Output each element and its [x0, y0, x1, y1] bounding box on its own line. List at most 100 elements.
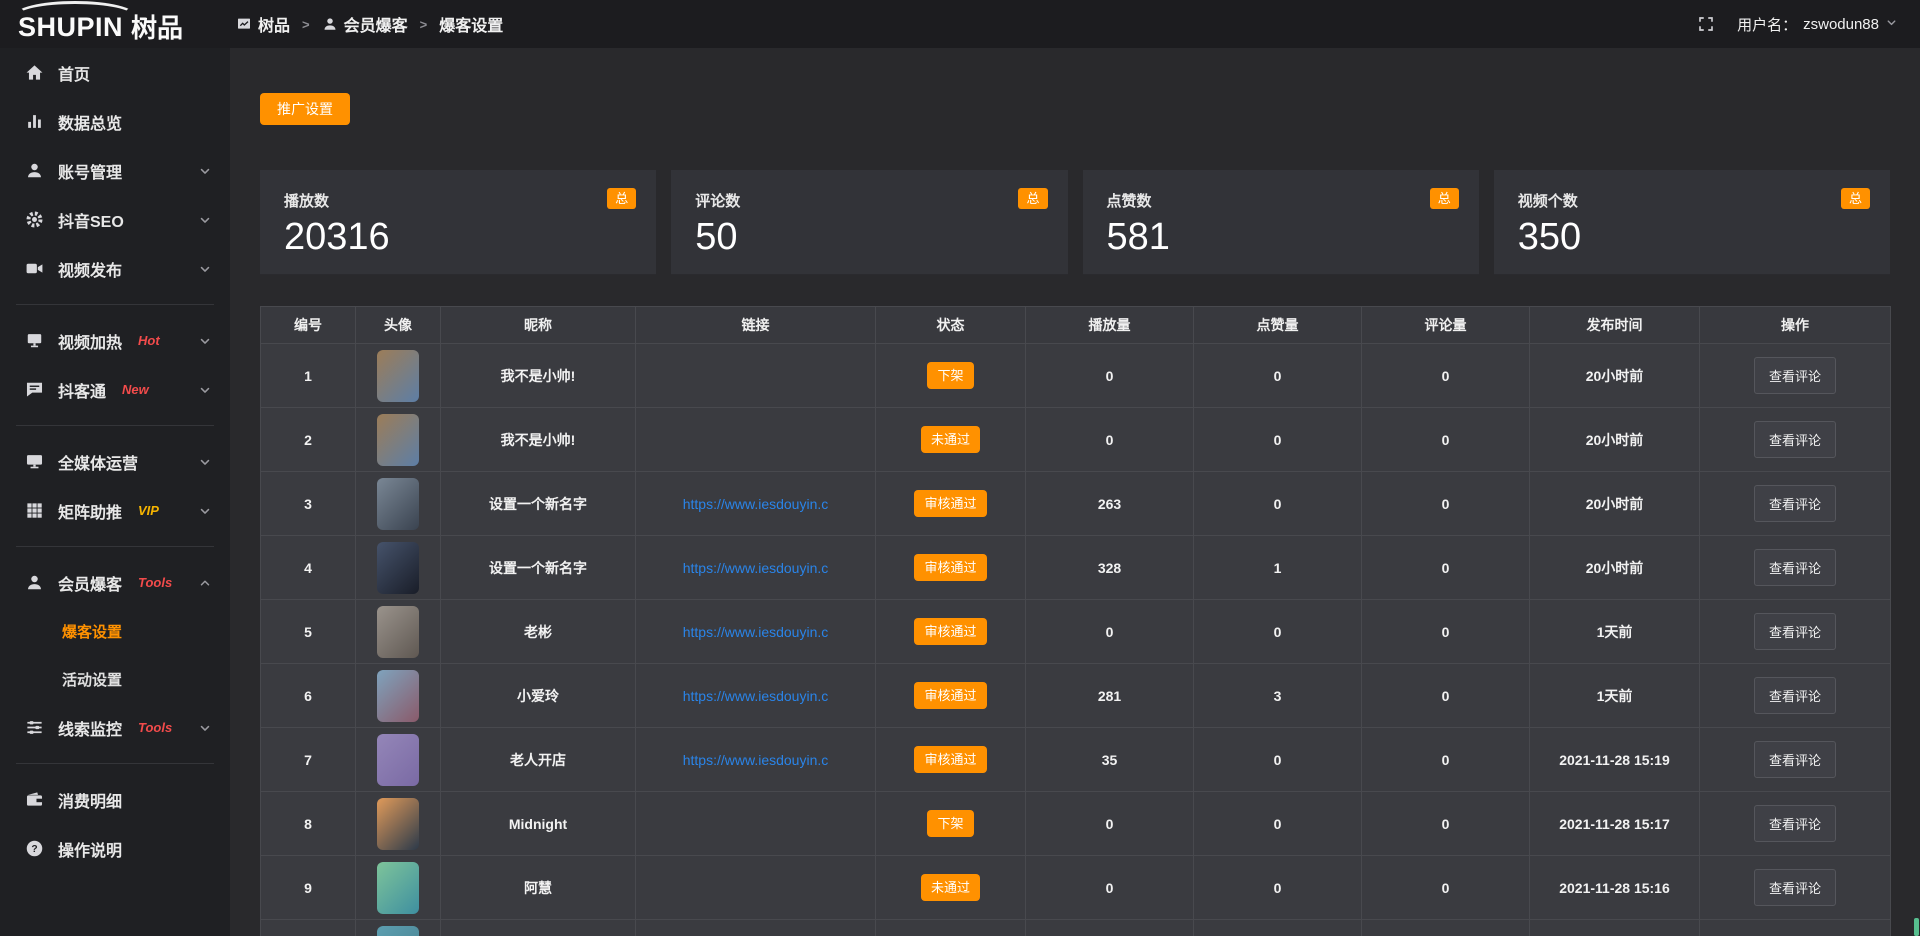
sidebar: 首页数据总览账号管理抖音SEO视频发布视频加热Hot抖客通New 全媒体运营矩阵助…	[0, 48, 230, 936]
status-badge[interactable]: 下架	[927, 362, 973, 389]
avatar	[377, 862, 419, 914]
sidebar-divider	[16, 304, 214, 305]
sidebar-item-视频加热[interactable]: 视频加热Hot	[0, 316, 230, 365]
view-comments-button[interactable]: 查看评论	[1754, 805, 1836, 842]
grid-icon	[24, 501, 44, 521]
video-link[interactable]: https://www.iesdouyin.c	[683, 496, 829, 512]
video-link[interactable]: https://www.iesdouyin.c	[683, 560, 829, 576]
cell-id: 7	[261, 728, 356, 792]
sidebar-item-账号管理[interactable]: 账号管理	[0, 146, 230, 195]
sidebar-item-全媒体运营[interactable]: 全媒体运营	[0, 437, 230, 486]
stat-total-badge: 总	[1018, 188, 1047, 209]
sidebar-item-抖音SEO[interactable]: 抖音SEO	[0, 195, 230, 244]
sidebar-item-数据总览[interactable]: 数据总览	[0, 97, 230, 146]
sidebar-item-label: 数据总览	[58, 110, 122, 134]
view-comments-button[interactable]: 查看评论	[1754, 741, 1836, 778]
sidebar-item-会员爆客[interactable]: 会员爆客Tools	[0, 558, 230, 607]
video-link[interactable]: https://www.iesdouyin.c	[683, 688, 829, 704]
status-badge[interactable]: 未通过	[921, 874, 980, 901]
chat-icon	[24, 380, 44, 400]
cell-nickname: 设置一个新名字	[441, 472, 636, 536]
sidebar-item-消费明细[interactable]: 消费明细	[0, 775, 230, 824]
chevron-down-icon	[1885, 16, 1898, 33]
sidebar-item-label: 操作说明	[58, 837, 122, 861]
sidebar-item-label: 账号管理	[58, 159, 122, 183]
stat-card-3: 点赞数总581	[1083, 170, 1479, 275]
cell-status: 审核通过	[876, 600, 1026, 664]
cell-actions: 查看评论	[1700, 344, 1891, 408]
sidebar-subitem-活动设置[interactable]: 活动设置	[0, 655, 230, 703]
status-badge[interactable]: 审核通过	[914, 554, 986, 581]
chevron-down-icon	[198, 455, 212, 469]
cell-link: https://www.iesdouyin.c	[636, 728, 876, 792]
status-badge[interactable]: 审核通过	[914, 682, 986, 709]
cell-nickname: 设置一个新名字	[441, 536, 636, 600]
app-logo[interactable]: SHUPIN 树品	[0, 0, 230, 48]
avatar	[377, 798, 419, 850]
cell-link: https://www.iesdouyin.c	[636, 664, 876, 728]
chevron-up-icon	[198, 576, 212, 590]
cell-nickname: 小爱玲	[441, 664, 636, 728]
video-link[interactable]: https://www.iesdouyin.c	[683, 624, 829, 640]
stat-total-badge: 总	[1841, 188, 1870, 209]
sidebar-item-矩阵助推[interactable]: 矩阵助推VIP	[0, 486, 230, 535]
status-badge[interactable]: 审核通过	[914, 746, 986, 773]
view-comments-button[interactable]: 查看评论	[1754, 549, 1836, 586]
video-link[interactable]: https://www.iesdouyin.c	[683, 752, 829, 768]
stat-label: 视频个数	[1518, 190, 1866, 211]
view-comments-button[interactable]: 查看评论	[1754, 357, 1836, 394]
monitor-icon	[24, 452, 44, 472]
sidebar-item-视频发布[interactable]: 视频发布	[0, 244, 230, 293]
cell-actions: 查看评论	[1700, 792, 1891, 856]
cell-actions	[1700, 920, 1891, 936]
app-icon	[236, 16, 252, 32]
username-label: 用户名：	[1737, 14, 1797, 35]
sidebar-subitem-爆客设置[interactable]: 爆客设置	[0, 607, 230, 655]
view-comments-button[interactable]: 查看评论	[1754, 421, 1836, 458]
sidebar-item-首页[interactable]: 首页	[0, 48, 230, 97]
sidebar-item-操作说明[interactable]: ?操作说明	[0, 824, 230, 873]
status-badge[interactable]: 下架	[927, 810, 973, 837]
view-comments-button[interactable]: 查看评论	[1754, 869, 1836, 906]
table-row: 9阿慧未通过0002021-11-28 15:16查看评论	[261, 856, 1891, 920]
column-header-链接: 链接	[636, 307, 876, 344]
cell-comments: 0	[1362, 728, 1530, 792]
promo-settings-button[interactable]: 推广设置	[260, 93, 350, 125]
cell-comments: 0	[1362, 536, 1530, 600]
view-comments-button[interactable]: 查看评论	[1754, 485, 1836, 522]
breadcrumb-separator: >	[302, 17, 310, 32]
chevron-down-icon	[198, 262, 212, 276]
sidebar-item-抖客通[interactable]: 抖客通New	[0, 365, 230, 414]
cell-id: 1	[261, 344, 356, 408]
sidebar-item-badge: Tools	[138, 720, 172, 735]
cell-plays: 0	[1026, 792, 1194, 856]
avatar	[377, 350, 419, 402]
view-comments-button[interactable]: 查看评论	[1754, 613, 1836, 650]
column-header-操作: 操作	[1700, 307, 1891, 344]
cell-id: 5	[261, 600, 356, 664]
table-row: 1我不是小帅!下架00020小时前查看评论	[261, 344, 1891, 408]
table-row: 6小爱玲https://www.iesdouyin.c审核通过281301天前查…	[261, 664, 1891, 728]
cell-id: 4	[261, 536, 356, 600]
breadcrumb-item[interactable]: 会员爆客	[322, 12, 408, 36]
cell-actions: 查看评论	[1700, 856, 1891, 920]
status-badge[interactable]: 未通过	[921, 426, 980, 453]
user-menu[interactable]: 用户名： zswodun88	[1737, 14, 1898, 35]
stat-card-4: 视频个数总350	[1494, 170, 1890, 275]
fullscreen-icon[interactable]	[1697, 15, 1715, 33]
cell-nickname: 阿慧	[441, 856, 636, 920]
breadcrumb-item[interactable]: 树品	[236, 12, 290, 36]
cell-time	[1530, 920, 1700, 936]
view-comments-button[interactable]: 查看评论	[1754, 677, 1836, 714]
status-badge[interactable]: 审核通过	[914, 618, 986, 645]
stat-total-badge: 总	[607, 188, 636, 209]
status-badge[interactable]: 审核通过	[914, 490, 986, 517]
table-row: 8Midnight下架0002021-11-28 15:17查看评论	[261, 792, 1891, 856]
chevron-down-icon	[198, 213, 212, 227]
videos-table-wrap: 编号头像昵称链接状态播放量点赞量评论量发布时间操作 1我不是小帅!下架00020…	[260, 306, 1890, 936]
avatar	[377, 670, 419, 722]
cell-comments: 0	[1362, 856, 1530, 920]
scrollbar-thumb[interactable]	[1914, 918, 1919, 936]
sidebar-item-线索监控[interactable]: 线索监控Tools	[0, 703, 230, 752]
breadcrumb-item[interactable]: 爆客设置	[439, 12, 503, 36]
